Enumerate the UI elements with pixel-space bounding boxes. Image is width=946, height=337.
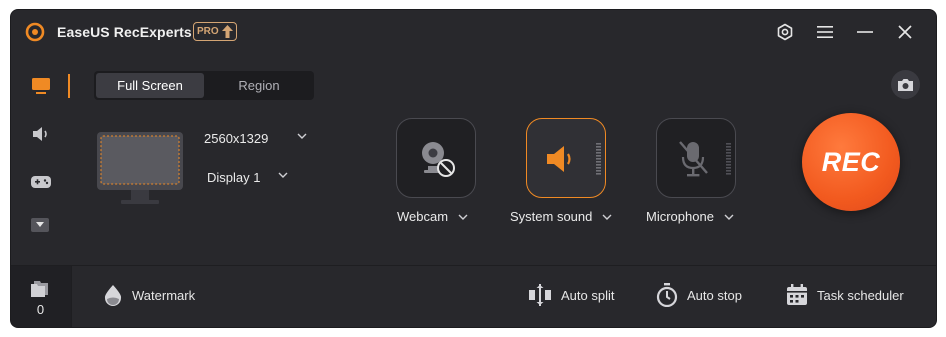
rail-divider [71, 265, 72, 327]
close-icon [898, 25, 912, 39]
speaker-icon [33, 127, 47, 141]
watermark-drop-icon [104, 285, 122, 306]
rec-button-label: REC [821, 146, 881, 177]
bottom-divider [11, 265, 936, 266]
auto-split-button[interactable]: Auto split [528, 282, 614, 308]
menu-icon [817, 26, 833, 38]
pro-badge[interactable]: PRO [193, 22, 237, 41]
resolution-chevron-icon[interactable] [297, 133, 307, 140]
folder-icon[interactable] [30, 280, 50, 298]
monitor-icon [32, 78, 50, 94]
minimize-button[interactable] [855, 22, 875, 42]
upgrade-arrow-icon [221, 25, 233, 38]
system-sound-label[interactable]: System sound [510, 209, 612, 224]
calendar-icon [787, 284, 807, 305]
task-scheduler-label: Task scheduler [817, 287, 904, 303]
webcam-off-icon [422, 142, 455, 177]
rec-button[interactable]: REC [802, 113, 900, 211]
settings-button[interactable] [775, 22, 795, 42]
tab-full-screen[interactable]: Full Screen [96, 73, 204, 98]
task-scheduler-button[interactable]: Task scheduler [786, 282, 904, 308]
chevron-down-icon [36, 222, 44, 227]
close-button[interactable] [895, 22, 915, 42]
mode-tabs: Full Screen Region [94, 71, 314, 100]
camera-icon [898, 78, 913, 91]
sidebar-item-game[interactable] [11, 164, 71, 200]
system-sound-chevron-icon[interactable] [602, 214, 612, 221]
auto-stop-button[interactable]: Auto stop [656, 282, 742, 308]
webcam-label[interactable]: Webcam [397, 209, 468, 224]
screenshot-button[interactable] [891, 70, 920, 99]
microphone-off-icon [679, 141, 708, 177]
sidebar-item-screen[interactable] [11, 68, 71, 104]
watermark-label: Watermark [132, 287, 196, 303]
stopwatch-icon [656, 283, 678, 307]
settings-icon [777, 23, 793, 41]
auto-split-label: Auto split [561, 287, 615, 303]
display-select-label[interactable]: Display 1 [207, 170, 260, 185]
display-chevron-icon[interactable] [278, 172, 288, 179]
mic-level-meter [726, 143, 731, 175]
title-bar: EaseUS RecExperts PRO [11, 10, 936, 54]
sidebar-more-button[interactable] [31, 218, 49, 232]
sound-level-meter [596, 143, 601, 175]
auto-split-icon [529, 284, 551, 306]
microphone-label[interactable]: Microphone [646, 209, 734, 224]
resolution-label[interactable]: 2560x1329 [204, 131, 268, 146]
auto-stop-label: Auto stop [687, 287, 742, 303]
webcam-toggle[interactable] [396, 118, 476, 198]
app-title: EaseUS RecExperts [57, 24, 192, 40]
speaker-on-icon [547, 146, 571, 172]
app-logo-icon [25, 22, 45, 42]
webcam-chevron-icon[interactable] [458, 214, 468, 221]
sidebar-item-audio[interactable] [11, 116, 71, 152]
display-preview[interactable] [97, 132, 183, 210]
sidebar [11, 66, 71, 266]
system-sound-toggle[interactable] [526, 118, 606, 198]
tab-region[interactable]: Region [206, 73, 312, 98]
gamepad-icon [31, 176, 51, 188]
minimize-icon [857, 31, 873, 33]
app-window: EaseUS RecExperts PRO 0 Full Screen Regi… [11, 10, 936, 327]
menu-button[interactable] [815, 22, 835, 42]
microphone-chevron-icon[interactable] [724, 214, 734, 221]
pro-badge-label: PRO [197, 26, 219, 37]
microphone-toggle[interactable] [656, 118, 736, 198]
recordings-count: 0 [36, 302, 45, 317]
watermark-button[interactable]: Watermark [103, 282, 195, 308]
